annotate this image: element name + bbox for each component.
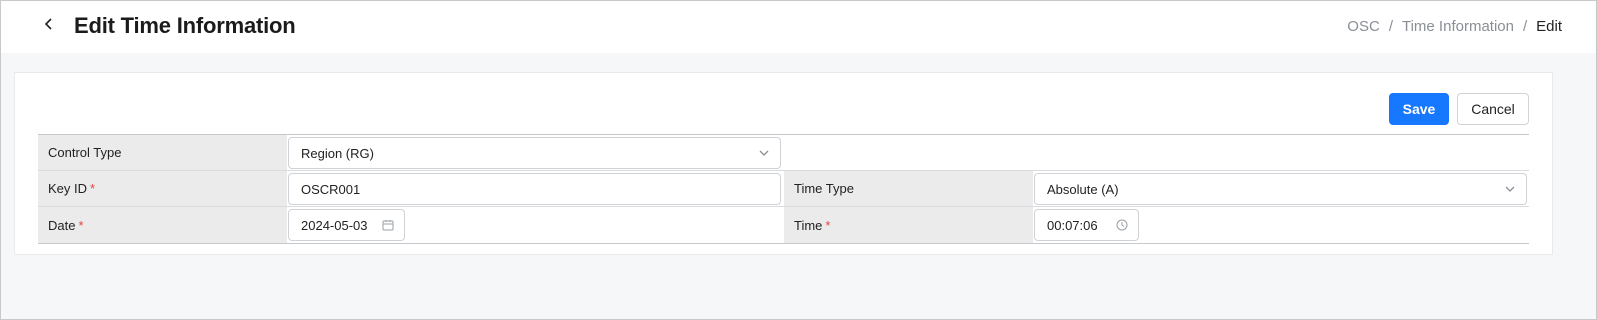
back-button[interactable] (37, 12, 61, 36)
edit-form-card: Save Cancel Control Type Region (RG) Key… (14, 72, 1553, 255)
chevron-down-icon (1504, 183, 1516, 195)
cancel-button[interactable]: Cancel (1457, 93, 1529, 125)
breadcrumb-separator: / (1388, 18, 1393, 35)
time-label: Time * (784, 207, 1033, 243)
required-mark: * (90, 181, 96, 196)
save-button[interactable]: Save (1389, 93, 1449, 125)
control-type-select[interactable]: Region (RG) (288, 137, 781, 169)
breadcrumb: OSC / Time Information / Edit (1347, 18, 1562, 35)
time-type-label: Time Type (784, 171, 1033, 206)
form-row-control-type: Control Type Region (RG) (38, 135, 1529, 171)
required-mark: * (825, 217, 831, 233)
chevron-left-icon (44, 18, 52, 30)
control-type-label: Control Type (38, 135, 287, 170)
date-picker-input[interactable]: 2024-05-03 (288, 209, 405, 241)
date-label: Date * (38, 207, 287, 243)
breadcrumb-item-osc[interactable]: OSC (1347, 18, 1380, 35)
breadcrumb-item-edit: Edit (1536, 18, 1562, 35)
time-picker-input[interactable]: 00:07:06 (1034, 209, 1139, 241)
page-header: Edit Time Information OSC / Time Informa… (1, 1, 1596, 53)
time-type-select[interactable]: Absolute (A) (1034, 173, 1527, 205)
key-id-label: Key ID * (38, 171, 287, 206)
chevron-down-icon (758, 147, 770, 159)
form-table: Control Type Region (RG) Key ID * OSCR001… (38, 134, 1529, 244)
required-mark: * (78, 217, 84, 233)
page-title: Edit Time Information (74, 13, 296, 38)
key-id-input[interactable]: OSCR001 (288, 173, 781, 205)
form-row-key-id: Key ID * OSCR001 Time Type Absolute (A) (38, 171, 1529, 207)
calendar-icon[interactable] (382, 219, 394, 231)
form-row-date: Date * 2024-05-03 Time * 00:07:06 (38, 207, 1529, 243)
clock-icon[interactable] (1116, 219, 1128, 231)
breadcrumb-item-time-information[interactable]: Time Information (1402, 18, 1514, 35)
breadcrumb-separator: / (1522, 18, 1528, 35)
